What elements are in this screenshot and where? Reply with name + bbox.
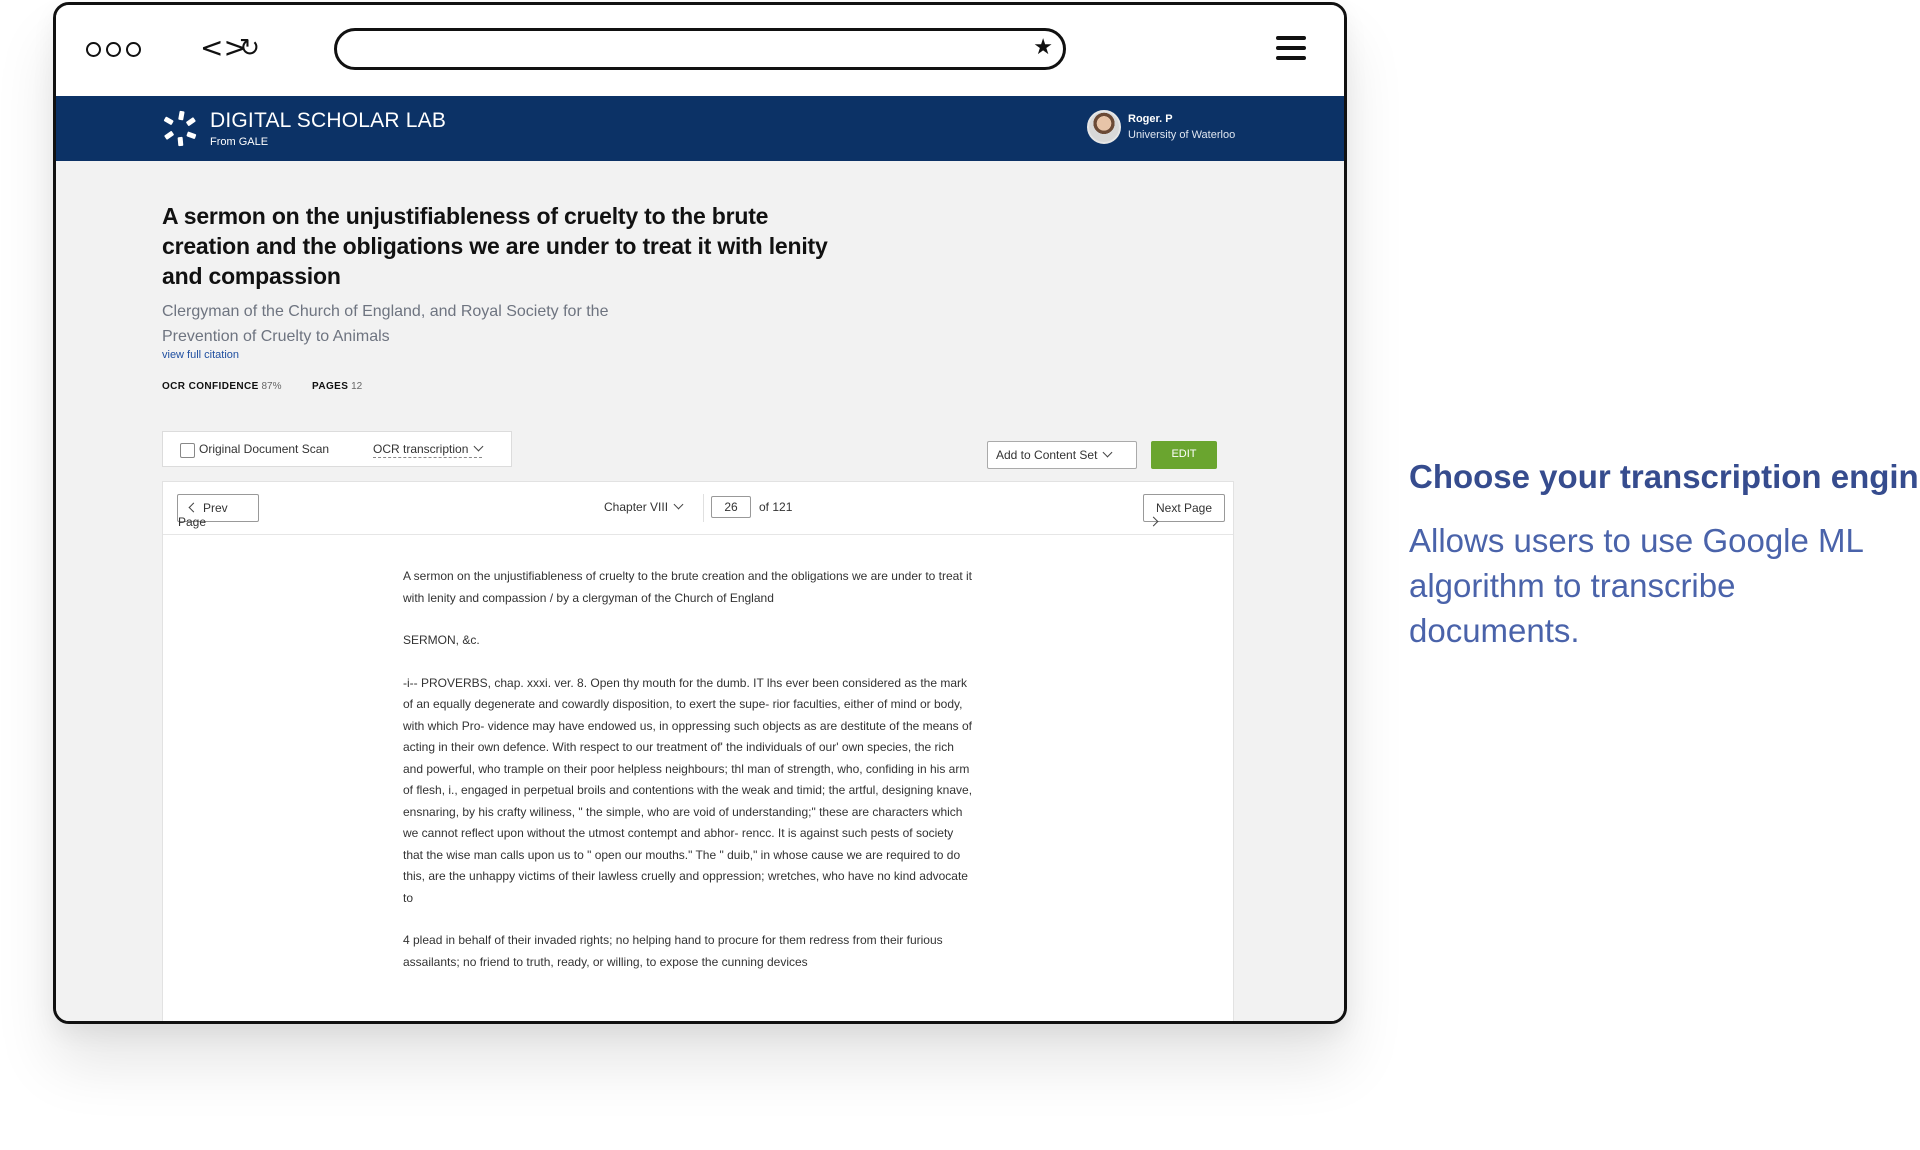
document-author: Clergyman of the Church of England, and …	[162, 303, 609, 345]
url-bar[interactable]: ★	[334, 28, 1066, 70]
caption-title: Choose your transcription engine	[1409, 458, 1920, 495]
original-scan-label[interactable]: Original Document Scan	[199, 442, 329, 456]
caption-description: Allows users to use Google ML algorithm …	[1409, 522, 1863, 649]
transcription-engine-value[interactable]: OCR transcription	[373, 442, 468, 456]
ocr-paragraph: 4 plead in behalf of their invaded right…	[403, 933, 943, 969]
hamburger-icon[interactable]	[1276, 36, 1306, 66]
reload-icon[interactable]: ↻	[239, 31, 260, 65]
avatar[interactable]	[1087, 110, 1121, 144]
window-dot-icon[interactable]	[86, 42, 101, 57]
chapter-value: Chapter VIII	[604, 500, 669, 514]
chevron-left-icon	[188, 502, 199, 513]
star-icon[interactable]: ★	[1033, 35, 1053, 60]
gale-logo-icon[interactable]	[162, 109, 202, 149]
browser-window: <> ↻ ★ DIGITAL SCHOLAR LAB From GALE Rog…	[53, 2, 1347, 1024]
prev-page-button[interactable]: Prev Page	[177, 494, 259, 529]
transcription-engine-select[interactable]: OCR transcription	[373, 441, 484, 458]
pages-label: PAGES	[312, 381, 349, 392]
page-title: A sermon on the unjustifiableness of cru…	[162, 203, 828, 289]
ocr-confidence-label: OCR CONFIDENCE	[162, 381, 259, 392]
ocr-paragraph: -i-- PROVERBS, chap. xxxi. ver. 8. Open …	[403, 675, 973, 905]
next-page-button[interactable]: Next Page	[1143, 494, 1225, 527]
browser-toolbar: <> ↻ ★	[56, 5, 1344, 95]
prev-page-label: Prev Page	[178, 501, 228, 529]
user-organization: University of Waterloo	[1128, 129, 1236, 141]
chevron-down-icon	[673, 499, 684, 510]
ocr-confidence-value: 87%	[261, 381, 282, 392]
ocr-paragraph: A sermon on the unjustifiableness of cru…	[403, 569, 973, 605]
pages-value: 12	[351, 381, 363, 392]
brand-subtitle: From GALE	[210, 136, 269, 148]
divider	[703, 494, 704, 522]
original-scan-checkbox[interactable]	[180, 443, 195, 458]
brand-title[interactable]: DIGITAL SCHOLAR LAB	[210, 109, 446, 133]
reader-pagination: Prev Page Chapter VIII 26 of 121 Next Pa…	[163, 482, 1233, 535]
ocr-paragraph: SERMON, &c.	[403, 633, 480, 647]
chevron-down-icon	[473, 441, 484, 452]
ocr-confidence: OCR CONFIDENCE 87%	[162, 381, 282, 392]
chapter-select[interactable]: Chapter VIII	[604, 499, 684, 514]
app-header: DIGITAL SCHOLAR LAB From GALE Roger. P U…	[56, 96, 1344, 161]
ocr-text-body: A sermon on the unjustifiableness of cru…	[403, 566, 973, 994]
add-to-content-set-label: Add to Content Set	[996, 448, 1098, 462]
transcription-reader: Prev Page Chapter VIII 26 of 121 Next Pa…	[162, 481, 1234, 1021]
view-citation-link[interactable]: view full citation	[162, 349, 239, 361]
window-dot-icon[interactable]	[126, 42, 141, 57]
user-name[interactable]: Roger. P	[1128, 113, 1173, 125]
page-total: of 121	[759, 500, 793, 514]
add-to-content-set-button[interactable]: Add to Content Set	[987, 441, 1137, 469]
chevron-down-icon	[1102, 447, 1113, 458]
page-count: PAGES 12	[312, 381, 362, 392]
window-dot-icon[interactable]	[106, 42, 121, 57]
view-toggle: Original Document Scan OCR transcription	[162, 431, 512, 467]
chevron-right-icon	[1148, 516, 1159, 527]
next-page-label: Next Page	[1156, 501, 1213, 515]
page-number-input[interactable]: 26	[711, 496, 751, 518]
document-page: A sermon on the unjustifiableness of cru…	[56, 161, 1344, 1021]
edit-button[interactable]: EDIT	[1151, 441, 1217, 469]
